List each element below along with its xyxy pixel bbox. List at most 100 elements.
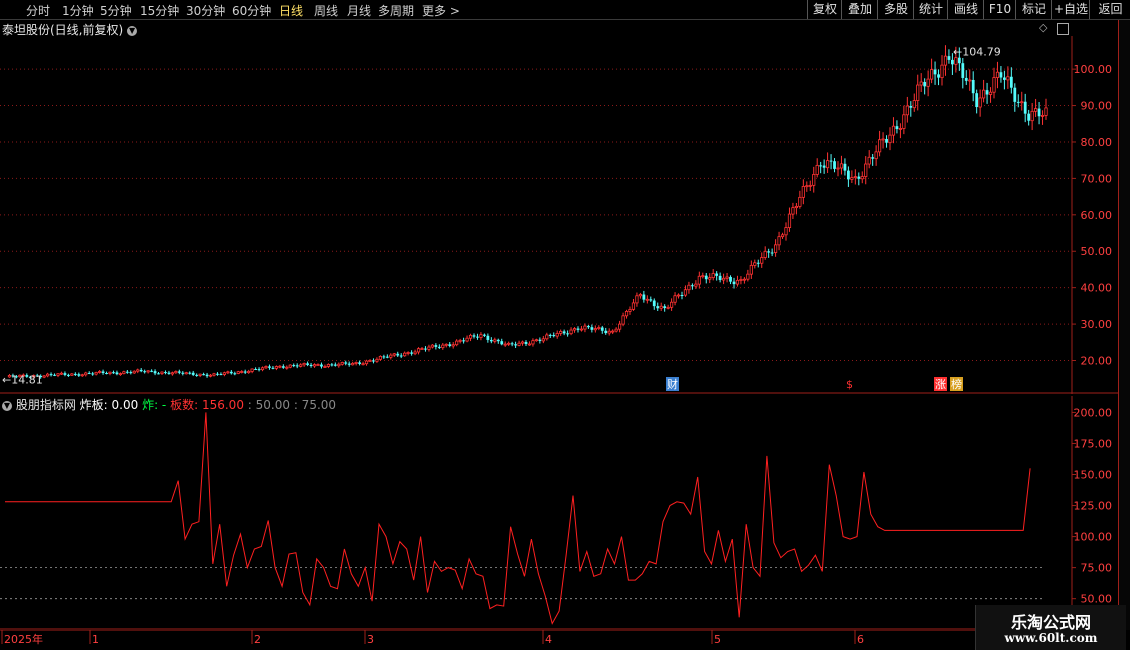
toolbar-button-0[interactable]: 复权: [807, 0, 842, 19]
candle-body: [157, 373, 160, 375]
candle-body: [812, 174, 816, 186]
candle-body: [188, 372, 192, 374]
candle-body: [621, 315, 625, 325]
chevron-down-icon[interactable]: ▼: [127, 25, 138, 36]
candle-body: [198, 373, 202, 376]
candle-body: [680, 295, 684, 297]
candle-body: [222, 372, 226, 375]
y-tick-label: 50.00: [1081, 593, 1113, 606]
candle-body: [718, 275, 722, 281]
candle-body: [919, 81, 923, 86]
right-panel-strip[interactable]: [1118, 20, 1130, 630]
candle-body: [288, 364, 292, 368]
toolbar-button-1[interactable]: 叠加: [841, 0, 878, 19]
candle-body: [503, 343, 507, 346]
toolbar-button-4[interactable]: 画线: [947, 0, 984, 19]
candle-body: [520, 341, 525, 344]
diamond-icon[interactable]: ◇: [1039, 22, 1051, 34]
candle-body: [722, 277, 726, 281]
y-tick-label: 175.00: [1074, 437, 1113, 450]
candle-body: [524, 341, 528, 345]
candle-body: [382, 356, 386, 358]
time-label: 5: [714, 633, 721, 646]
candle-body: [951, 59, 954, 65]
candle-body: [819, 165, 823, 167]
candle-body: [593, 328, 597, 331]
event-marker[interactable]: 财: [667, 377, 678, 391]
candle-body: [898, 128, 903, 130]
event-marker[interactable]: 涨: [935, 378, 946, 391]
candle-body: [344, 362, 348, 364]
candle-body: [864, 163, 868, 177]
candle-body: [413, 351, 417, 355]
period-tab-0[interactable]: 分时: [26, 2, 50, 19]
event-marker[interactable]: $: [846, 378, 853, 391]
candle-body: [562, 331, 566, 334]
period-tab-9[interactable]: 多周期: [378, 2, 414, 19]
candle-body: [295, 365, 299, 367]
toolbar-button-2[interactable]: 多股: [877, 0, 914, 19]
candle-body: [364, 360, 369, 365]
y-tick-label: 50.00: [1081, 245, 1113, 258]
toolbar-button-3[interactable]: 统计: [913, 0, 948, 19]
candle-body: [656, 306, 660, 309]
candle-body: [122, 371, 126, 374]
period-tab-5[interactable]: 60分钟: [232, 2, 271, 19]
candle-body: [791, 207, 795, 215]
candle-body: [389, 354, 393, 358]
watermark-url: www.60lt.com: [1004, 631, 1098, 645]
candle-body: [302, 362, 306, 366]
time-label: 3: [367, 633, 374, 646]
watermark: 乐淘公式网 www.60lt.com: [975, 605, 1126, 650]
candle-body: [326, 364, 331, 367]
candle-body: [676, 294, 681, 297]
toolbar-button-5[interactable]: F10: [983, 0, 1016, 19]
candle-body: [240, 371, 244, 373]
candle-body: [271, 367, 275, 369]
event-marker[interactable]: 榜: [951, 377, 962, 391]
candle-body: [659, 305, 663, 309]
period-tab-10[interactable]: 更多 >: [422, 2, 460, 19]
candle-body: [101, 371, 105, 374]
candle-body: [410, 352, 413, 354]
candle-body: [465, 337, 469, 342]
toolbar-button-7[interactable]: +自选: [1051, 0, 1090, 19]
panel-toggle-icon[interactable]: [1057, 23, 1069, 35]
candle-body: [749, 264, 753, 275]
candle-body: [777, 236, 781, 246]
toolbar-button-6[interactable]: 标记: [1015, 0, 1052, 19]
candle-body: [604, 330, 608, 334]
candle-body: [784, 227, 788, 236]
candle-body: [517, 342, 521, 346]
candle-body: [670, 301, 674, 308]
candle-body: [715, 273, 719, 276]
candle-body: [587, 326, 590, 328]
low-price-label: ←14.81: [2, 373, 43, 386]
candle-body: [361, 363, 365, 366]
candle-body: [552, 335, 556, 337]
period-tab-8[interactable]: 月线: [347, 2, 371, 19]
candle-body: [916, 84, 920, 101]
toolbar-button-8[interactable]: 返回: [1089, 0, 1130, 19]
time-label: 1: [92, 633, 99, 646]
candle-body: [694, 283, 698, 287]
candle-body: [756, 262, 760, 264]
candle-body: [368, 360, 372, 362]
period-tab-7[interactable]: 周线: [314, 2, 338, 19]
candle-body: [590, 327, 594, 330]
period-tab-6[interactable]: 日线: [279, 2, 303, 19]
period-tab-1[interactable]: 1分钟: [62, 2, 94, 19]
candle-body: [988, 91, 993, 95]
candle-body: [923, 82, 927, 87]
candle-body: [805, 185, 809, 188]
candle-body: [264, 366, 268, 369]
period-tab-4[interactable]: 30分钟: [186, 2, 225, 19]
candle-body: [874, 151, 878, 160]
period-tab-2[interactable]: 5分钟: [100, 2, 132, 19]
candle-body: [430, 344, 435, 348]
candle-body: [826, 160, 830, 169]
period-tab-3[interactable]: 15分钟: [140, 2, 179, 19]
candle-body: [860, 176, 864, 180]
candle-body: [170, 372, 174, 375]
candle-body: [787, 213, 792, 228]
